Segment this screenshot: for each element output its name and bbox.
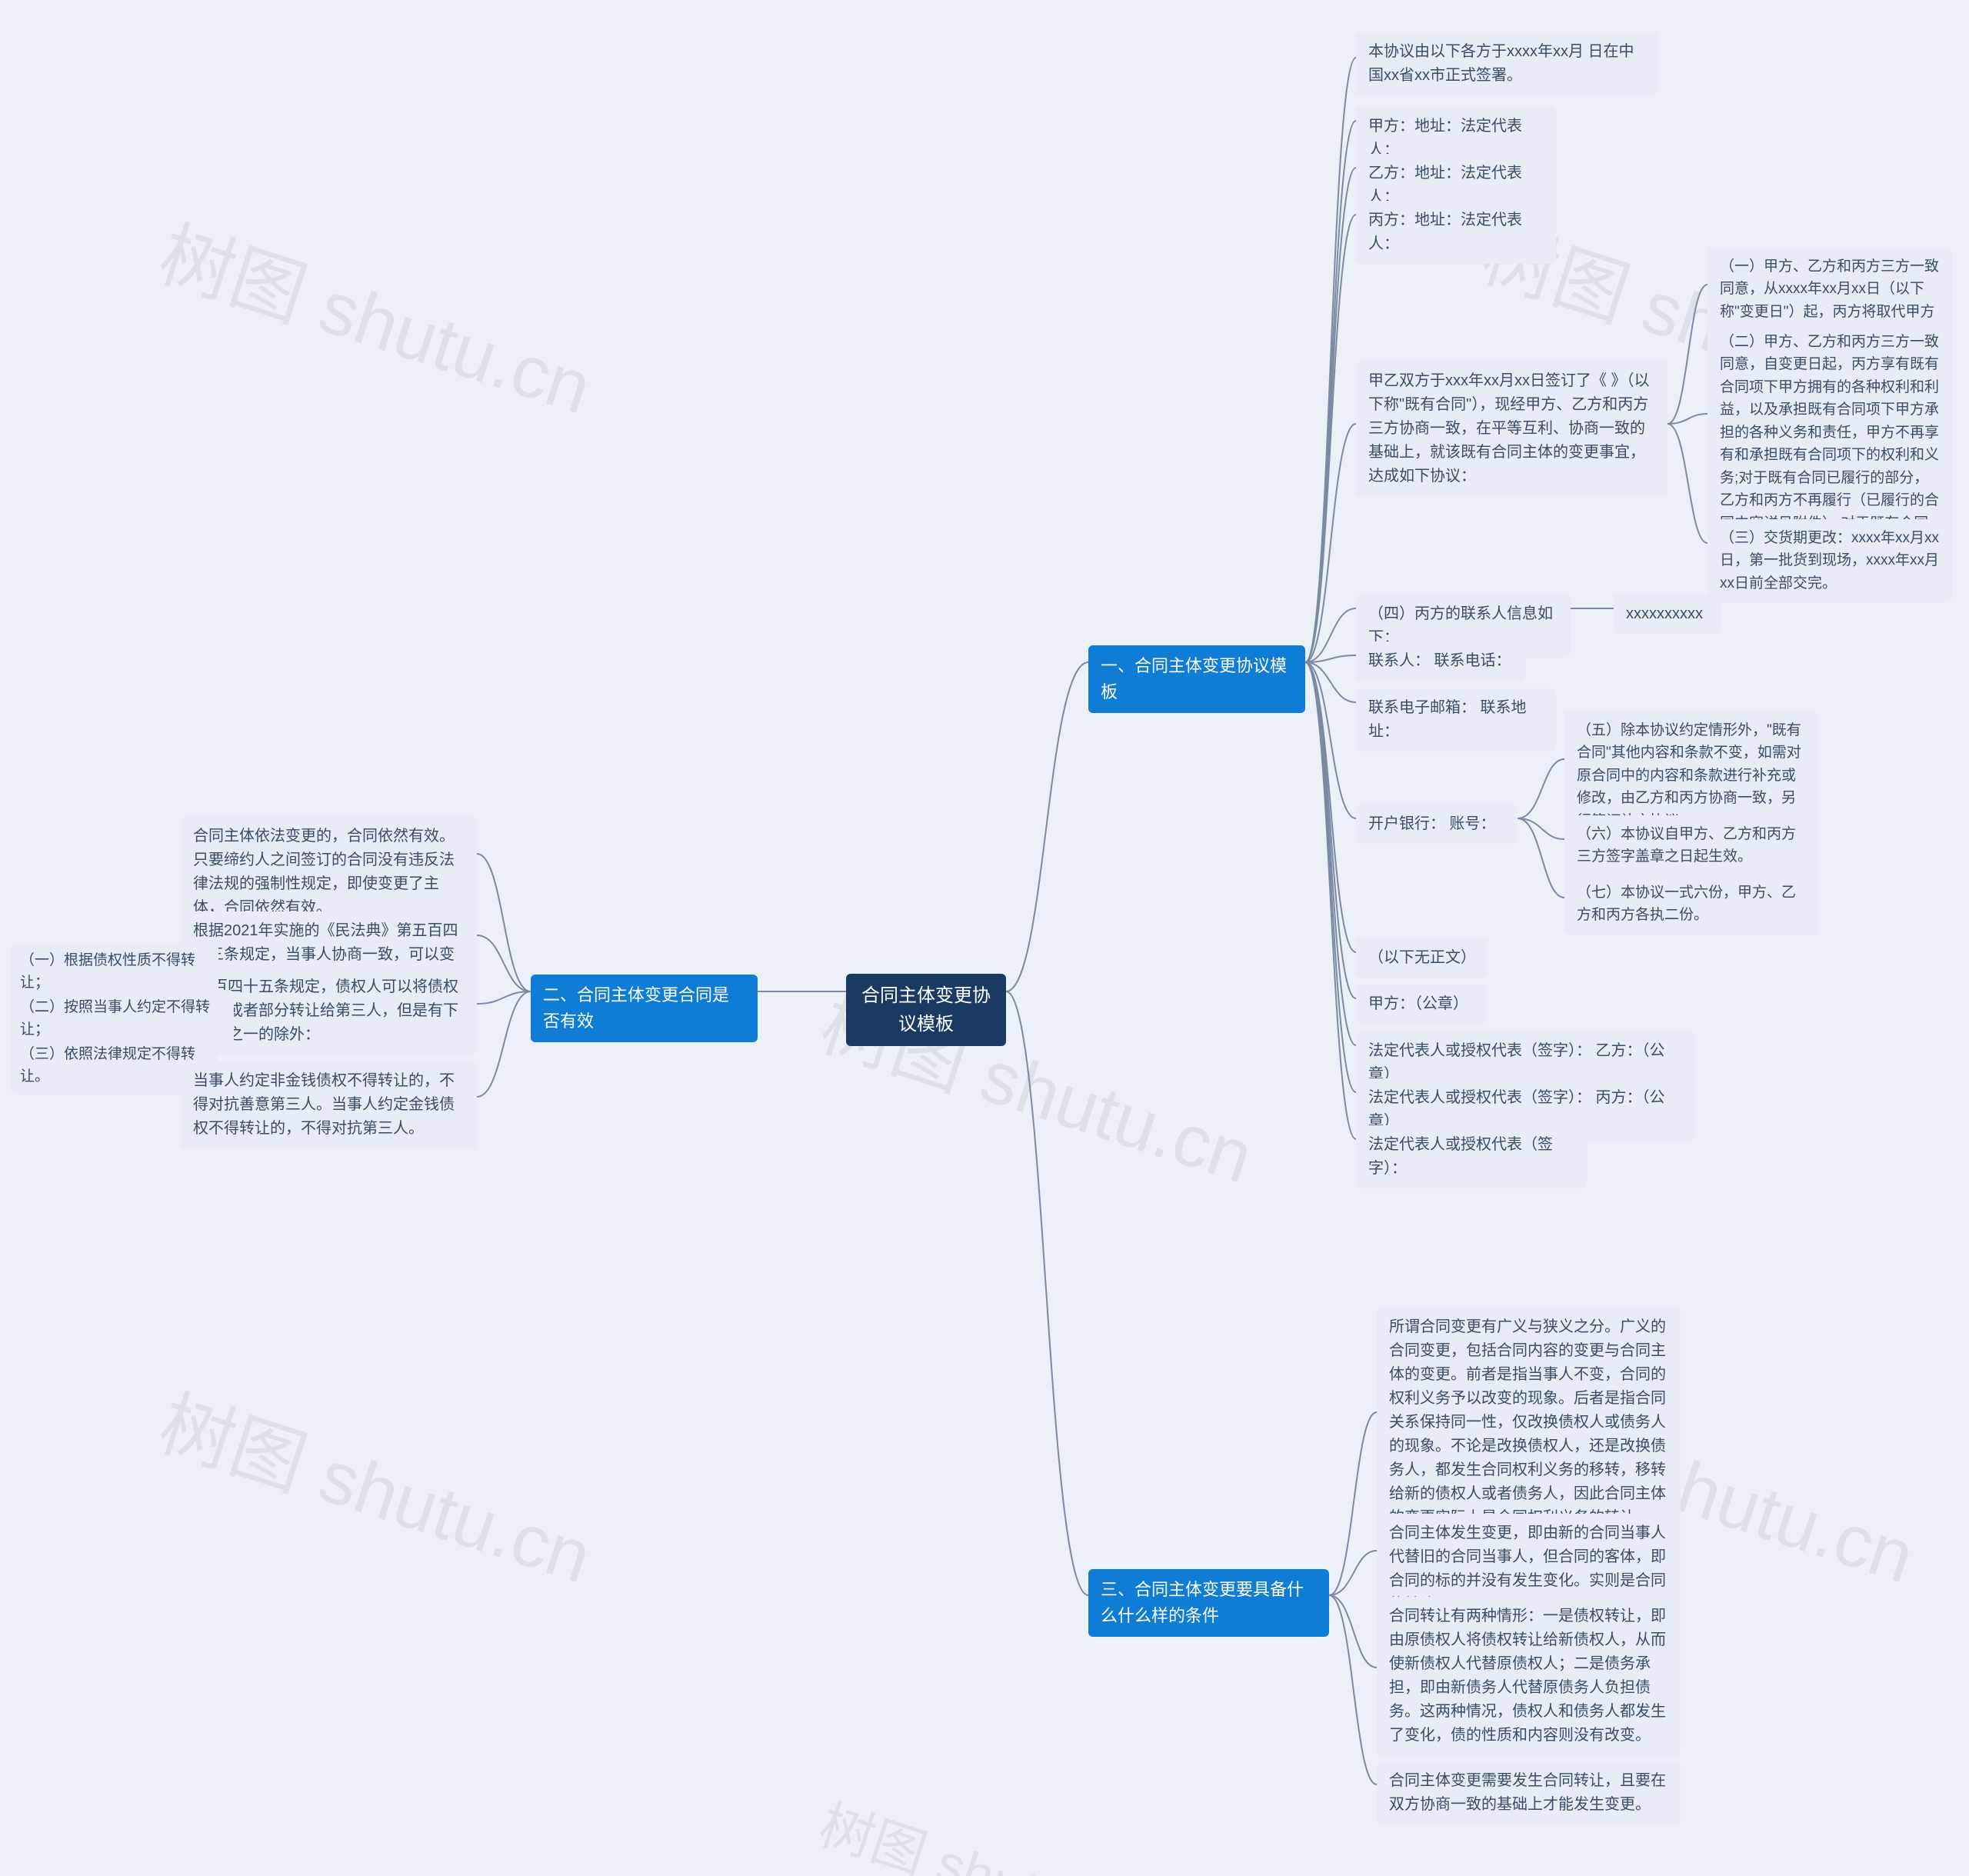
- branch-conditions[interactable]: 三、合同主体变更要具备什么什么样的条件: [1088, 1569, 1329, 1637]
- branch-validity[interactable]: 二、合同主体变更合同是否有效: [531, 975, 758, 1042]
- leaf-node[interactable]: 所谓合同变更有广义与狭义之分。广义的合同变更，包括合同内容的变更与合同主体的变更…: [1377, 1308, 1681, 1538]
- watermark: 树图 shutu.cn: [148, 1365, 607, 1604]
- leaf-node[interactable]: 法定代表人或授权代表（签字）：: [1356, 1125, 1587, 1188]
- leaf-node[interactable]: （六）本协议自甲方、乙方和丙方三方签字盖章之日起生效。: [1564, 815, 1818, 876]
- mindmap-canvas: 树图 shutu.cn 树图 shutu.cn 树图 shutu.cn 树图 s…: [0, 0, 1969, 1876]
- leaf-node[interactable]: 开户银行： 账号：: [1356, 805, 1518, 844]
- leaf-node[interactable]: （以下无正文）: [1356, 938, 1487, 978]
- leaf-node[interactable]: 甲乙双方于xxx年xx月xx日签订了《 》（以下称"既有合同"），现经甲方、乙方…: [1356, 362, 1667, 496]
- leaf-node[interactable]: 甲方：（公章）: [1356, 985, 1487, 1024]
- leaf-node[interactable]: 当事人约定非金钱债权不得转让的，不得对抗善意第三人。当事人约定金钱债权不得转让的…: [181, 1061, 477, 1148]
- leaf-node[interactable]: 联系电子邮箱： 联系地址：: [1356, 688, 1556, 751]
- leaf-node[interactable]: 合同主体变更需要发生合同转让，且要在双方协商一致的基础上才能发生变更。: [1377, 1761, 1681, 1824]
- leaf-node[interactable]: xxxxxxxxxx: [1614, 595, 1721, 634]
- leaf-node[interactable]: 丙方：地址：法定代表人：: [1356, 201, 1556, 264]
- leaf-node[interactable]: （三）交货期更改：xxxx年xx月xx日，第一批货到现场，xxxx年xx月xx日…: [1707, 519, 1952, 602]
- watermark: 树图 shutu.cn: [148, 195, 607, 435]
- branch-template[interactable]: 一、合同主体变更协议模板: [1088, 645, 1305, 713]
- leaf-node[interactable]: 联系人： 联系电话：: [1356, 641, 1525, 681]
- leaf-node[interactable]: 本协议由以下各方于xxxx年xx月 日在中国xx省xx市正式签署。: [1356, 32, 1657, 95]
- leaf-node[interactable]: 合同转让有两种情形：一是债权转让，即由原债权人将债权转让给新债权人，从而使新债权…: [1377, 1597, 1681, 1755]
- watermark: 树图 shutu.cn: [811, 1782, 1146, 1876]
- root-node[interactable]: 合同主体变更协议模板: [846, 974, 1006, 1046]
- leaf-node[interactable]: （七）本协议一式六份，甲方、乙方和丙方各执二份。: [1564, 874, 1818, 935]
